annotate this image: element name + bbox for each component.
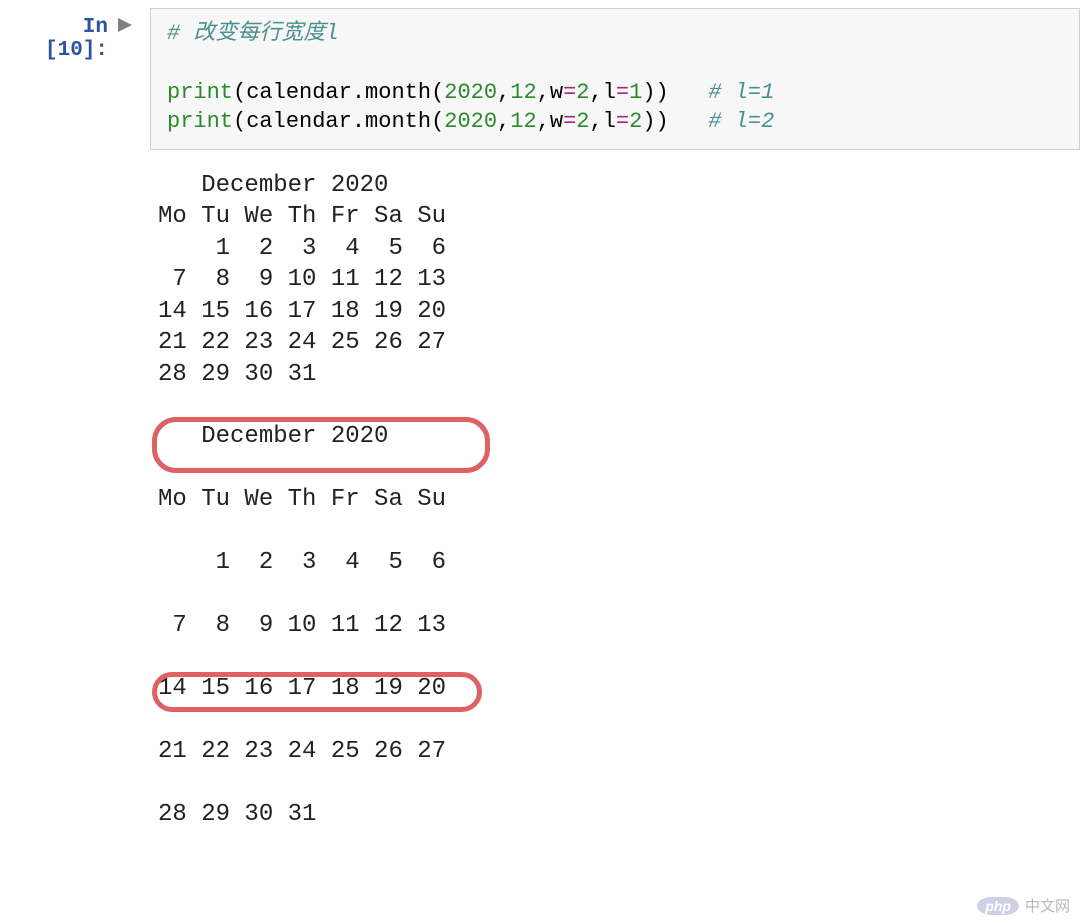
tok: 12 bbox=[510, 80, 536, 105]
cal1-header: Mo Tu We Th Fr Sa Su bbox=[158, 203, 446, 230]
cal2-week: 1 2 3 4 5 6 bbox=[158, 549, 446, 576]
tok: 2 bbox=[629, 109, 642, 134]
cal1-title: December 2020 bbox=[158, 172, 388, 199]
tok: = bbox=[563, 109, 576, 134]
cal1-week: 14 15 16 17 18 19 20 bbox=[158, 298, 446, 325]
php-logo: php bbox=[977, 897, 1019, 915]
tok: , bbox=[497, 109, 510, 134]
tok: , bbox=[537, 109, 550, 134]
cal1-week: 7 8 9 10 11 12 13 bbox=[158, 266, 446, 293]
tok: = bbox=[616, 80, 629, 105]
tok: ( bbox=[233, 80, 246, 105]
tok: l bbox=[603, 80, 616, 105]
tok: 2 bbox=[576, 80, 589, 105]
tok: , bbox=[497, 80, 510, 105]
tok: calendar bbox=[246, 109, 352, 134]
watermark: php 中文网 bbox=[977, 895, 1070, 916]
code-cell: In [10]: # 改变每行宽度l print(calendar.month(… bbox=[0, 0, 1080, 150]
tok: ) bbox=[656, 80, 669, 105]
tok: = bbox=[616, 109, 629, 134]
cal2-week: 28 29 30 31 bbox=[158, 801, 316, 828]
tok: ( bbox=[431, 109, 444, 134]
tok: = bbox=[563, 80, 576, 105]
cal1-week: 1 2 3 4 5 6 bbox=[158, 235, 446, 262]
cal2-week: 14 15 16 17 18 19 20 bbox=[158, 675, 446, 702]
tok: , bbox=[590, 80, 603, 105]
cal2-header: Mo Tu We Th Fr Sa Su bbox=[158, 486, 446, 513]
run-cell-button[interactable] bbox=[118, 8, 150, 37]
code-comment: # 改变每行宽度l bbox=[167, 21, 339, 46]
tok: month bbox=[365, 109, 431, 134]
tok: w bbox=[550, 109, 563, 134]
tok: , bbox=[537, 80, 550, 105]
cell-prompt: In [10]: bbox=[0, 8, 118, 62]
tok: 2 bbox=[576, 109, 589, 134]
cal1-week: 28 29 30 31 bbox=[158, 361, 316, 388]
cal2-week: 21 22 23 24 25 26 27 bbox=[158, 738, 446, 765]
tok: ( bbox=[431, 80, 444, 105]
tok: w bbox=[550, 80, 563, 105]
tok: ( bbox=[233, 109, 246, 134]
tok: ) bbox=[642, 80, 655, 105]
tok: . bbox=[352, 80, 365, 105]
tok: 2020 bbox=[444, 109, 497, 134]
tok: l bbox=[603, 109, 616, 134]
tok: , bbox=[590, 109, 603, 134]
cal1-week: 21 22 23 24 25 26 27 bbox=[158, 329, 446, 356]
code-comment: # l=1 bbox=[708, 80, 774, 105]
tok: 1 bbox=[629, 80, 642, 105]
tok: 12 bbox=[510, 109, 536, 134]
code-comment: # l=2 bbox=[708, 109, 774, 134]
cal2-week: 7 8 9 10 11 12 13 bbox=[158, 612, 446, 639]
tok: print bbox=[167, 80, 233, 105]
tok: ) bbox=[656, 109, 669, 134]
tok: calendar bbox=[246, 80, 352, 105]
prompt-label: In [10]: bbox=[45, 16, 108, 62]
watermark-text: 中文网 bbox=[1025, 895, 1070, 916]
tok: month bbox=[365, 80, 431, 105]
tok: . bbox=[352, 109, 365, 134]
tok: print bbox=[167, 109, 233, 134]
notebook-cell: In [10]: # 改变每行宽度l print(calendar.month(… bbox=[0, 0, 1080, 924]
output-area: December 2020 Mo Tu We Th Fr Sa Su 1 2 3… bbox=[0, 150, 1080, 924]
code-editor[interactable]: # 改变每行宽度l print(calendar.month(2020,12,w… bbox=[150, 8, 1080, 150]
tok: 2020 bbox=[444, 80, 497, 105]
cal2-title: December 2020 bbox=[158, 423, 388, 450]
tok: ) bbox=[642, 109, 655, 134]
